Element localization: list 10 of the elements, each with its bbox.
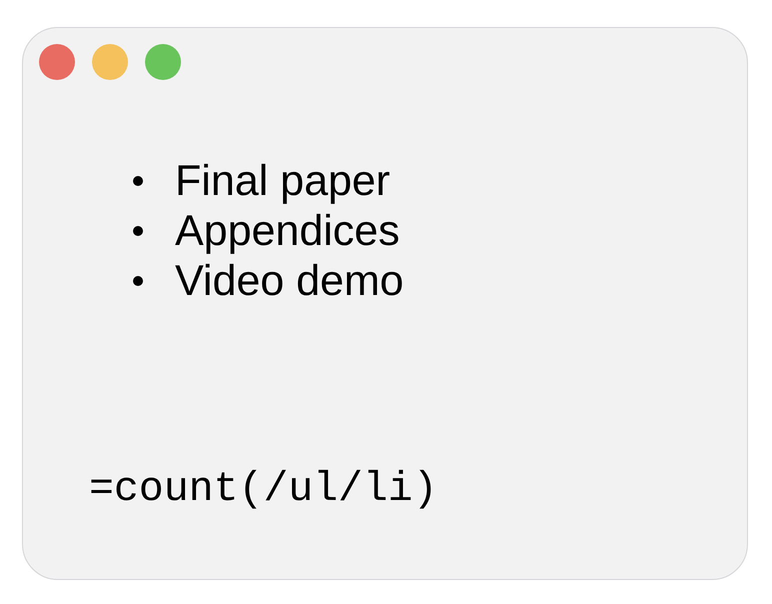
formula-text: =count(/ul/li) [89,465,438,515]
maximize-button[interactable] [145,44,181,80]
minimize-button[interactable] [92,44,128,80]
list-item: Appendices [175,206,400,256]
list-item: Video demo [175,256,404,306]
bullet-icon [133,176,143,186]
bullet-icon [133,276,143,286]
bullet-icon [133,226,143,236]
list-item: Final paper [175,156,390,206]
close-button[interactable] [39,44,75,80]
